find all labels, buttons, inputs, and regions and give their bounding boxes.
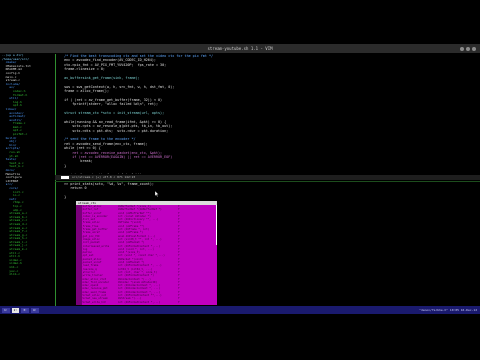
code-line: } xyxy=(60,195,67,200)
window-tab[interactable]: 2: xyxy=(11,307,20,313)
window-tab[interactable]: 3: xyxy=(21,307,29,313)
lower-editor-pane[interactable]: >> print_stats(sctx, "%d, %s", frame_cou… xyxy=(60,182,478,202)
completion-list[interactable]: av_buffer_alloc AVBufferRef *(size_t) f av_… xyxy=(76,205,217,304)
statusbar-right-text: "denon/farbhe.h" 10:05 16-Dec-12 xyxy=(419,308,477,312)
window-tab[interactable]: 4: xyxy=(30,307,39,313)
tree-item: zlib.c xyxy=(2,272,21,277)
window-tabs: 1: 2: 3: 4: xyxy=(2,306,39,314)
completion-item-signature: int (AVFormatContext *,...) xyxy=(118,300,161,304)
window-title: stream-youtube.sh 1.1 - VIM xyxy=(207,46,273,51)
completion-item-kind: f xyxy=(178,300,180,304)
completion-scrollbar-thumb[interactable] xyxy=(216,205,217,245)
completion-gutter xyxy=(76,205,82,305)
code-line: av_interleaved_write_frame(ofmt, &pkt); xyxy=(60,173,478,174)
completion-item[interactable]: avformat_write_hdr int (AVFormatContext *… xyxy=(76,301,217,304)
maximize-icon[interactable] xyxy=(466,46,470,51)
code-editor-pane[interactable]: /* Find the best transcoding ctx and set… xyxy=(60,54,478,174)
file-tree-sidebar[interactable]: ..(up a dir)/home/user/src/ cmake/ CMake… xyxy=(2,54,52,306)
close-icon[interactable] xyxy=(472,46,476,51)
vertical-split-divider[interactable] xyxy=(55,54,56,306)
completion-popup[interactable]: stream_ctx av_buffer_alloc AVBufferRef *(… xyxy=(76,201,217,305)
minimize-icon[interactable] xyxy=(460,46,464,51)
window-tab[interactable]: 1: xyxy=(2,307,10,313)
mode-indicator xyxy=(61,176,69,179)
window-controls xyxy=(460,44,476,53)
editor-statusline: src/stream.c [+] utf-8 c 87% 142:23 xyxy=(55,175,480,180)
window-titlebar: stream-youtube.sh 1.1 - VIM xyxy=(0,44,480,53)
completion-item-name: avformat_write_hdr xyxy=(78,300,107,304)
tmux-statusbar: 1: 2: 3: 4: "denon/farbhe.h" 10:05 16-Dec-1… xyxy=(0,306,480,314)
statusline-text: src/stream.c [+] utf-8 c 87% 142:23 xyxy=(72,175,136,179)
